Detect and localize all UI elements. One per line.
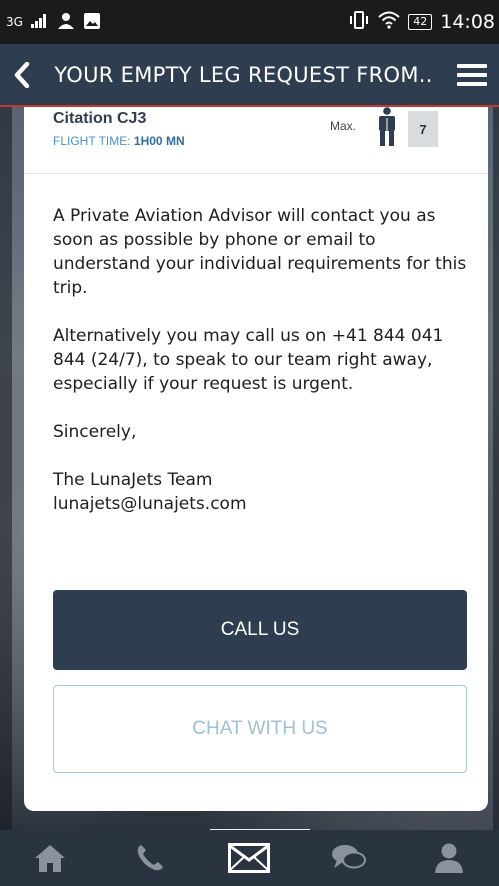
menu-button[interactable]: [445, 44, 499, 105]
nav-home[interactable]: [20, 830, 80, 886]
call-us-button[interactable]: CALL US: [53, 590, 467, 670]
aircraft-name: Citation CJ3: [53, 110, 147, 127]
nav-mail[interactable]: [219, 830, 279, 886]
request-card: Citation CJ3 FLIGHT TIME: 1H00 MN Max. 7…: [24, 107, 488, 811]
notification-image-icon: [83, 12, 101, 33]
vibrate-icon: [348, 10, 370, 34]
chat-icon: [332, 845, 367, 869]
hamburger-icon: [457, 63, 487, 86]
max-passengers-label: Max.: [330, 119, 357, 133]
mail-icon: [228, 843, 271, 873]
closing-text: Sincerely,: [53, 422, 137, 442]
nav-phone[interactable]: [120, 830, 180, 886]
background-strip-left: [0, 105, 12, 830]
signal-icon: [30, 13, 49, 31]
flight-time-label: FLIGHT TIME:: [53, 134, 131, 148]
bottom-nav: [0, 830, 499, 886]
flight-time: FLIGHT TIME: 1H00 MN: [53, 134, 185, 148]
network-type: 3G: [6, 15, 23, 29]
message-paragraph: Alternatively you may call us on +41 844…: [53, 326, 444, 394]
app-header: YOUR EMPTY LEG REQUEST FROM..: [0, 44, 499, 107]
home-icon: [34, 845, 65, 872]
clock: 14:08: [440, 11, 495, 33]
nav-chat[interactable]: [319, 830, 379, 886]
wifi-icon: [378, 11, 400, 34]
max-passengers-count: 7: [408, 111, 438, 147]
nav-profile[interactable]: [419, 830, 479, 886]
chevron-left-icon: [14, 61, 30, 88]
signature-email[interactable]: lunajets@lunajets.com: [53, 492, 468, 516]
aircraft-summary: Citation CJ3 FLIGHT TIME: 1H00 MN Max. 7: [24, 107, 488, 174]
message-paragraph: A Private Aviation Advisor will contact …: [53, 206, 467, 298]
phone-icon: [137, 845, 163, 871]
profile-icon: [435, 843, 464, 873]
notification-person-icon: [57, 12, 75, 33]
message-body: A Private Aviation Advisor will contact …: [53, 204, 468, 516]
back-button[interactable]: [2, 44, 42, 105]
signature-name: The LunaJets Team: [53, 470, 213, 490]
passenger-icon: [379, 107, 395, 146]
status-bar: 3G 42 14:08: [0, 0, 499, 44]
flight-time-value: 1H00 MN: [133, 134, 185, 148]
battery-icon: 42: [408, 14, 433, 30]
page-title: YOUR EMPTY LEG REQUEST FROM..: [54, 62, 433, 87]
chat-with-us-button[interactable]: CHAT WITH US: [53, 685, 467, 773]
background-strip-right: [493, 105, 499, 830]
